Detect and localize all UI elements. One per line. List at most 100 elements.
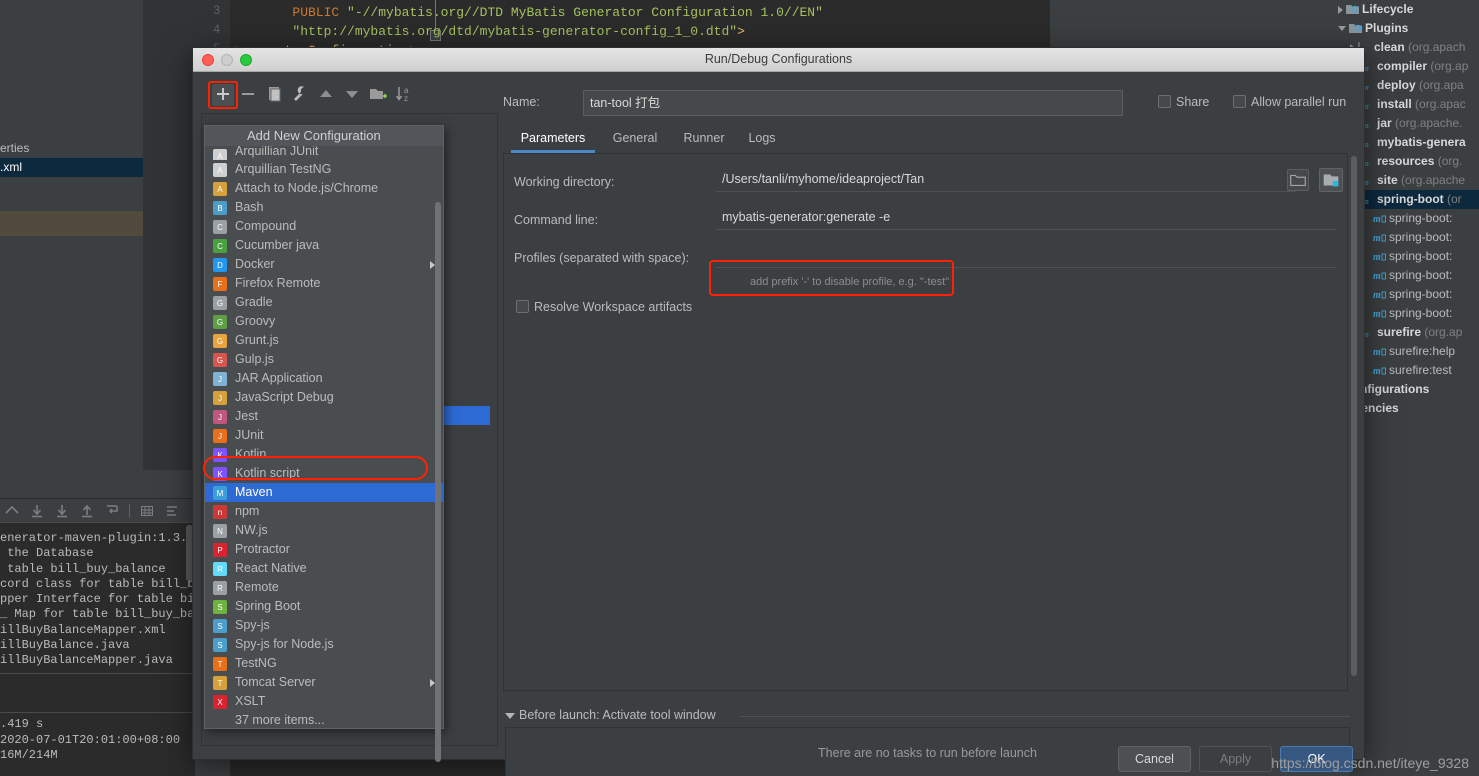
add-new-configuration-popup[interactable]: Add New Configuration A Arquillian JUnit A… xyxy=(203,125,444,762)
console-toolbar[interactable] xyxy=(0,498,195,522)
popup-item-arquillian-testng[interactable]: A Arquillian TestNG xyxy=(205,160,443,179)
chevron-right-icon[interactable] xyxy=(1338,5,1343,14)
popup-item-kotlin[interactable]: K Kotlin xyxy=(205,445,443,464)
popup-item-grunt-js[interactable]: G Grunt.js xyxy=(205,331,443,350)
move-down-button[interactable] xyxy=(339,82,365,106)
allow-parallel-run-checkbox-box[interactable] xyxy=(1233,95,1246,108)
dialog-title: Run/Debug Configurations xyxy=(704,52,853,66)
tab-parameters[interactable]: Parameters xyxy=(511,126,595,153)
grid-icon[interactable] xyxy=(139,503,155,519)
popup-scrollbar[interactable] xyxy=(435,202,441,762)
popup-item-arquillian-junit[interactable]: A Arquillian JUnit xyxy=(205,146,443,160)
tab-runner[interactable]: Runner xyxy=(675,126,733,153)
tab-logs[interactable]: Logs xyxy=(741,126,783,153)
tree-row[interactable]: .xml xyxy=(0,158,143,177)
popup-item-xslt[interactable]: X XSLT xyxy=(205,692,443,711)
maven-tree-row[interactable]: Lifecycle xyxy=(1320,0,1479,19)
create-folder-button[interactable] xyxy=(365,82,391,106)
remove-configuration-button[interactable] xyxy=(235,82,261,106)
maven-row-group: (org.ap xyxy=(1427,59,1469,73)
popup-item-firefox-remote[interactable]: F Firefox Remote xyxy=(205,274,443,293)
popup-item-jar-application[interactable]: J JAR Application xyxy=(205,369,443,388)
popup-item-jest[interactable]: J Jest xyxy=(205,407,443,426)
wrap-icon[interactable] xyxy=(104,503,120,519)
tree-row[interactable] xyxy=(0,177,143,196)
popup-item-label: Arquillian TestNG xyxy=(235,162,332,176)
name-input[interactable]: tan-tool 打包 xyxy=(583,90,1123,116)
popup-item-list[interactable]: A Arquillian JUnit A Arquillian TestNG A Atta… xyxy=(205,146,443,730)
import-icon[interactable] xyxy=(79,503,95,519)
popup-item-nw-js[interactable]: N NW.js xyxy=(205,521,443,540)
junit-icon: J xyxy=(213,429,227,443)
svg-text:z: z xyxy=(404,94,408,103)
edit-templates-button[interactable] xyxy=(287,82,313,106)
copy-configuration-button[interactable] xyxy=(261,82,287,106)
project-tree-strip[interactable]: erties .xml xyxy=(0,0,143,470)
popup-item-react-native[interactable]: R React Native xyxy=(205,559,443,578)
chevron-down-icon[interactable] xyxy=(505,713,515,719)
allow-parallel-run-label: Allow parallel run xyxy=(1251,95,1347,109)
share-checkbox-box[interactable] xyxy=(1158,95,1171,108)
console-line: the Database xyxy=(0,546,94,561)
popup-item-gulp-js[interactable]: G Gulp.js xyxy=(205,350,443,369)
popup-item-kotlin-script[interactable]: K Kotlin script xyxy=(205,464,443,483)
name-row: Name: tan-tool 打包 Share Allow parallel r… xyxy=(503,90,1358,116)
console-line: 16M/214M xyxy=(0,747,58,762)
run-debug-configurations-dialog: Run/Debug Configurations a z Add New Con… xyxy=(192,47,1365,776)
command-line-input[interactable]: mybatis-generator:generate -e xyxy=(716,206,1336,230)
popup-item-cucumber-java[interactable]: C Cucumber java xyxy=(205,236,443,255)
popup-item-javascript-debug[interactable]: J JavaScript Debug xyxy=(205,388,443,407)
before-launch-header[interactable]: Before launch: Activate tool window xyxy=(505,708,1350,724)
popup-item-bash[interactable]: B Bash xyxy=(205,198,443,217)
move-up-button[interactable] xyxy=(313,82,339,106)
profiles-input[interactable] xyxy=(716,244,1336,268)
export-icon[interactable] xyxy=(54,503,70,519)
popup-item-label: React Native xyxy=(235,561,307,575)
popup-item-gradle[interactable]: G Gradle xyxy=(205,293,443,312)
maven-row-group: (org.apa xyxy=(1415,78,1464,92)
console-output[interactable]: enerator-maven-plugin:1.3.5: the Databas… xyxy=(0,522,202,776)
popup-item-label: Gulp.js xyxy=(235,352,274,366)
popup-item-spy-js-for-node-js[interactable]: S Spy-js for Node.js xyxy=(205,635,443,654)
popup-item-testng[interactable]: T TestNG xyxy=(205,654,443,673)
popup-item-compound[interactable]: C Compound xyxy=(205,217,443,236)
cancel-button[interactable]: Cancel xyxy=(1118,746,1191,772)
maven-row-group: (org. xyxy=(1434,154,1463,168)
testng-icon: T xyxy=(213,657,227,671)
allow-parallel-run-checkbox[interactable]: Allow parallel run xyxy=(1233,95,1346,109)
popup-item-protractor[interactable]: P Protractor xyxy=(205,540,443,559)
share-checkbox[interactable]: Share xyxy=(1158,95,1209,109)
filter-icon[interactable] xyxy=(164,503,180,519)
nodejs-attach-icon: A xyxy=(213,182,227,196)
popup-item-maven[interactable]: M Maven xyxy=(205,483,443,502)
popup-item-spring-boot[interactable]: S Spring Boot xyxy=(205,597,443,616)
popup-item-spy-js[interactable]: S Spy-js xyxy=(205,616,443,635)
apply-button[interactable]: Apply xyxy=(1199,746,1272,772)
scroll-down-icon[interactable] xyxy=(29,503,45,519)
popup-item-docker[interactable]: D Docker xyxy=(205,255,443,274)
resolve-workspace-artifacts-checkbox[interactable]: Resolve Workspace artifacts xyxy=(516,300,692,314)
configuration-tabs[interactable]: Parameters General Runner Logs xyxy=(503,126,1358,153)
chevron-down-icon[interactable] xyxy=(1338,26,1346,32)
console-line: _ Map for table bill_buy_bal xyxy=(0,607,202,622)
rerun-icon[interactable] xyxy=(4,503,20,519)
popup-item-attach-to-node-js-chrome[interactable]: A Attach to Node.js/Chrome xyxy=(205,179,443,198)
popup-item-37-more-items[interactable]: 37 more items... xyxy=(205,711,443,730)
macro-button[interactable] xyxy=(1319,168,1343,192)
popup-item-groovy[interactable]: G Groovy xyxy=(205,312,443,331)
popup-item-npm[interactable]: n npm xyxy=(205,502,443,521)
sort-configurations-button[interactable]: az xyxy=(391,82,417,106)
popup-item-tomcat-server[interactable]: T Tomcat Server xyxy=(205,673,443,692)
browse-directory-button[interactable] xyxy=(1287,169,1309,191)
maven-row-label: spring-boot: xyxy=(1389,211,1453,225)
tree-row[interactable] xyxy=(0,211,143,236)
tree-row[interactable]: erties xyxy=(0,139,143,158)
resolve-workspace-artifacts-checkbox-box[interactable] xyxy=(516,300,529,313)
maven-tree-row[interactable]: Plugins xyxy=(1320,19,1479,38)
console-divider xyxy=(0,712,195,714)
popup-item-junit[interactable]: J JUnit xyxy=(205,426,443,445)
tab-general[interactable]: General xyxy=(603,126,667,153)
popup-item-remote[interactable]: R Remote xyxy=(205,578,443,597)
parameters-panel-scrollbar[interactable] xyxy=(1351,156,1357,676)
working-directory-input[interactable]: /Users/tanli/myhome/ideaproject/Tan xyxy=(716,168,1296,192)
